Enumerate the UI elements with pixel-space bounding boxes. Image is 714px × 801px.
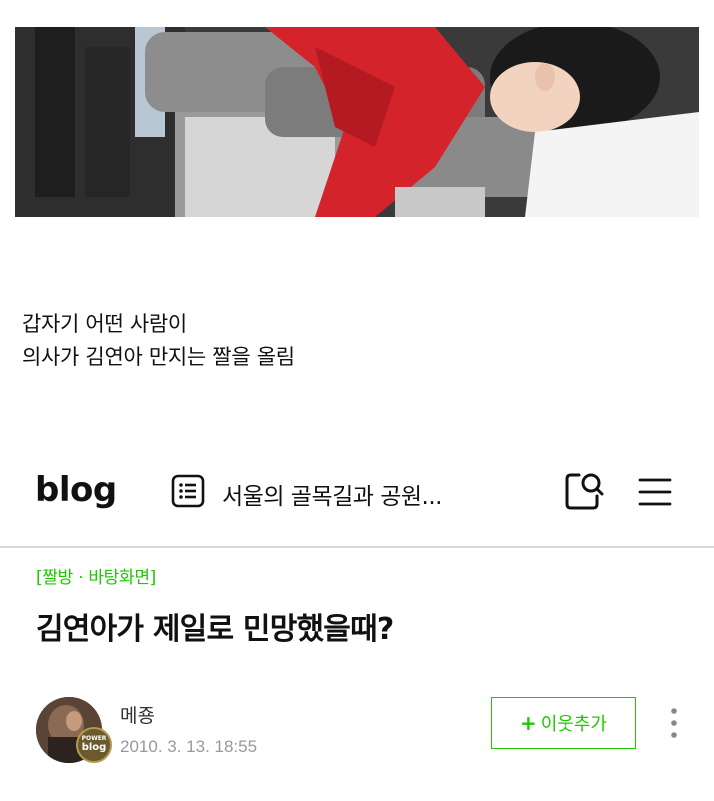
author-name[interactable]: 메죵: [120, 701, 155, 728]
post-category[interactable]: [짤방 · 바탕화면]: [36, 563, 156, 588]
post-caption: 갑자기 어떤 사람이 의사가 김연아 만지는 짤을 올림: [22, 308, 295, 374]
power-badge-top: POWER: [81, 735, 107, 742]
caption-line-1: 갑자기 어떤 사람이: [22, 312, 187, 336]
list-icon[interactable]: [171, 474, 205, 512]
post-title: 김연아가 제일로 민망했을때?: [36, 612, 394, 647]
more-options-icon[interactable]: [668, 706, 680, 744]
menu-icon[interactable]: [638, 476, 672, 512]
search-icon[interactable]: [563, 470, 605, 516]
post-date: 2010. 3. 13. 18:55: [120, 737, 258, 756]
blog-header: blog 서울의 골목길과 공원...: [0, 448, 714, 548]
post-photo: [15, 27, 699, 217]
add-neighbor-label: 이웃추가: [540, 714, 607, 735]
blog-title[interactable]: 서울의 골목길과 공원...: [222, 477, 443, 511]
power-badge-bottom: blog: [81, 742, 107, 753]
caption-line-2: 의사가 김연아 만지는 짤을 올림: [22, 345, 295, 369]
blog-logo[interactable]: blog: [35, 470, 117, 510]
add-neighbor-button[interactable]: + 이웃추가: [491, 697, 636, 749]
plus-icon: +: [519, 711, 537, 735]
power-blog-badge: POWER blog: [76, 727, 112, 763]
